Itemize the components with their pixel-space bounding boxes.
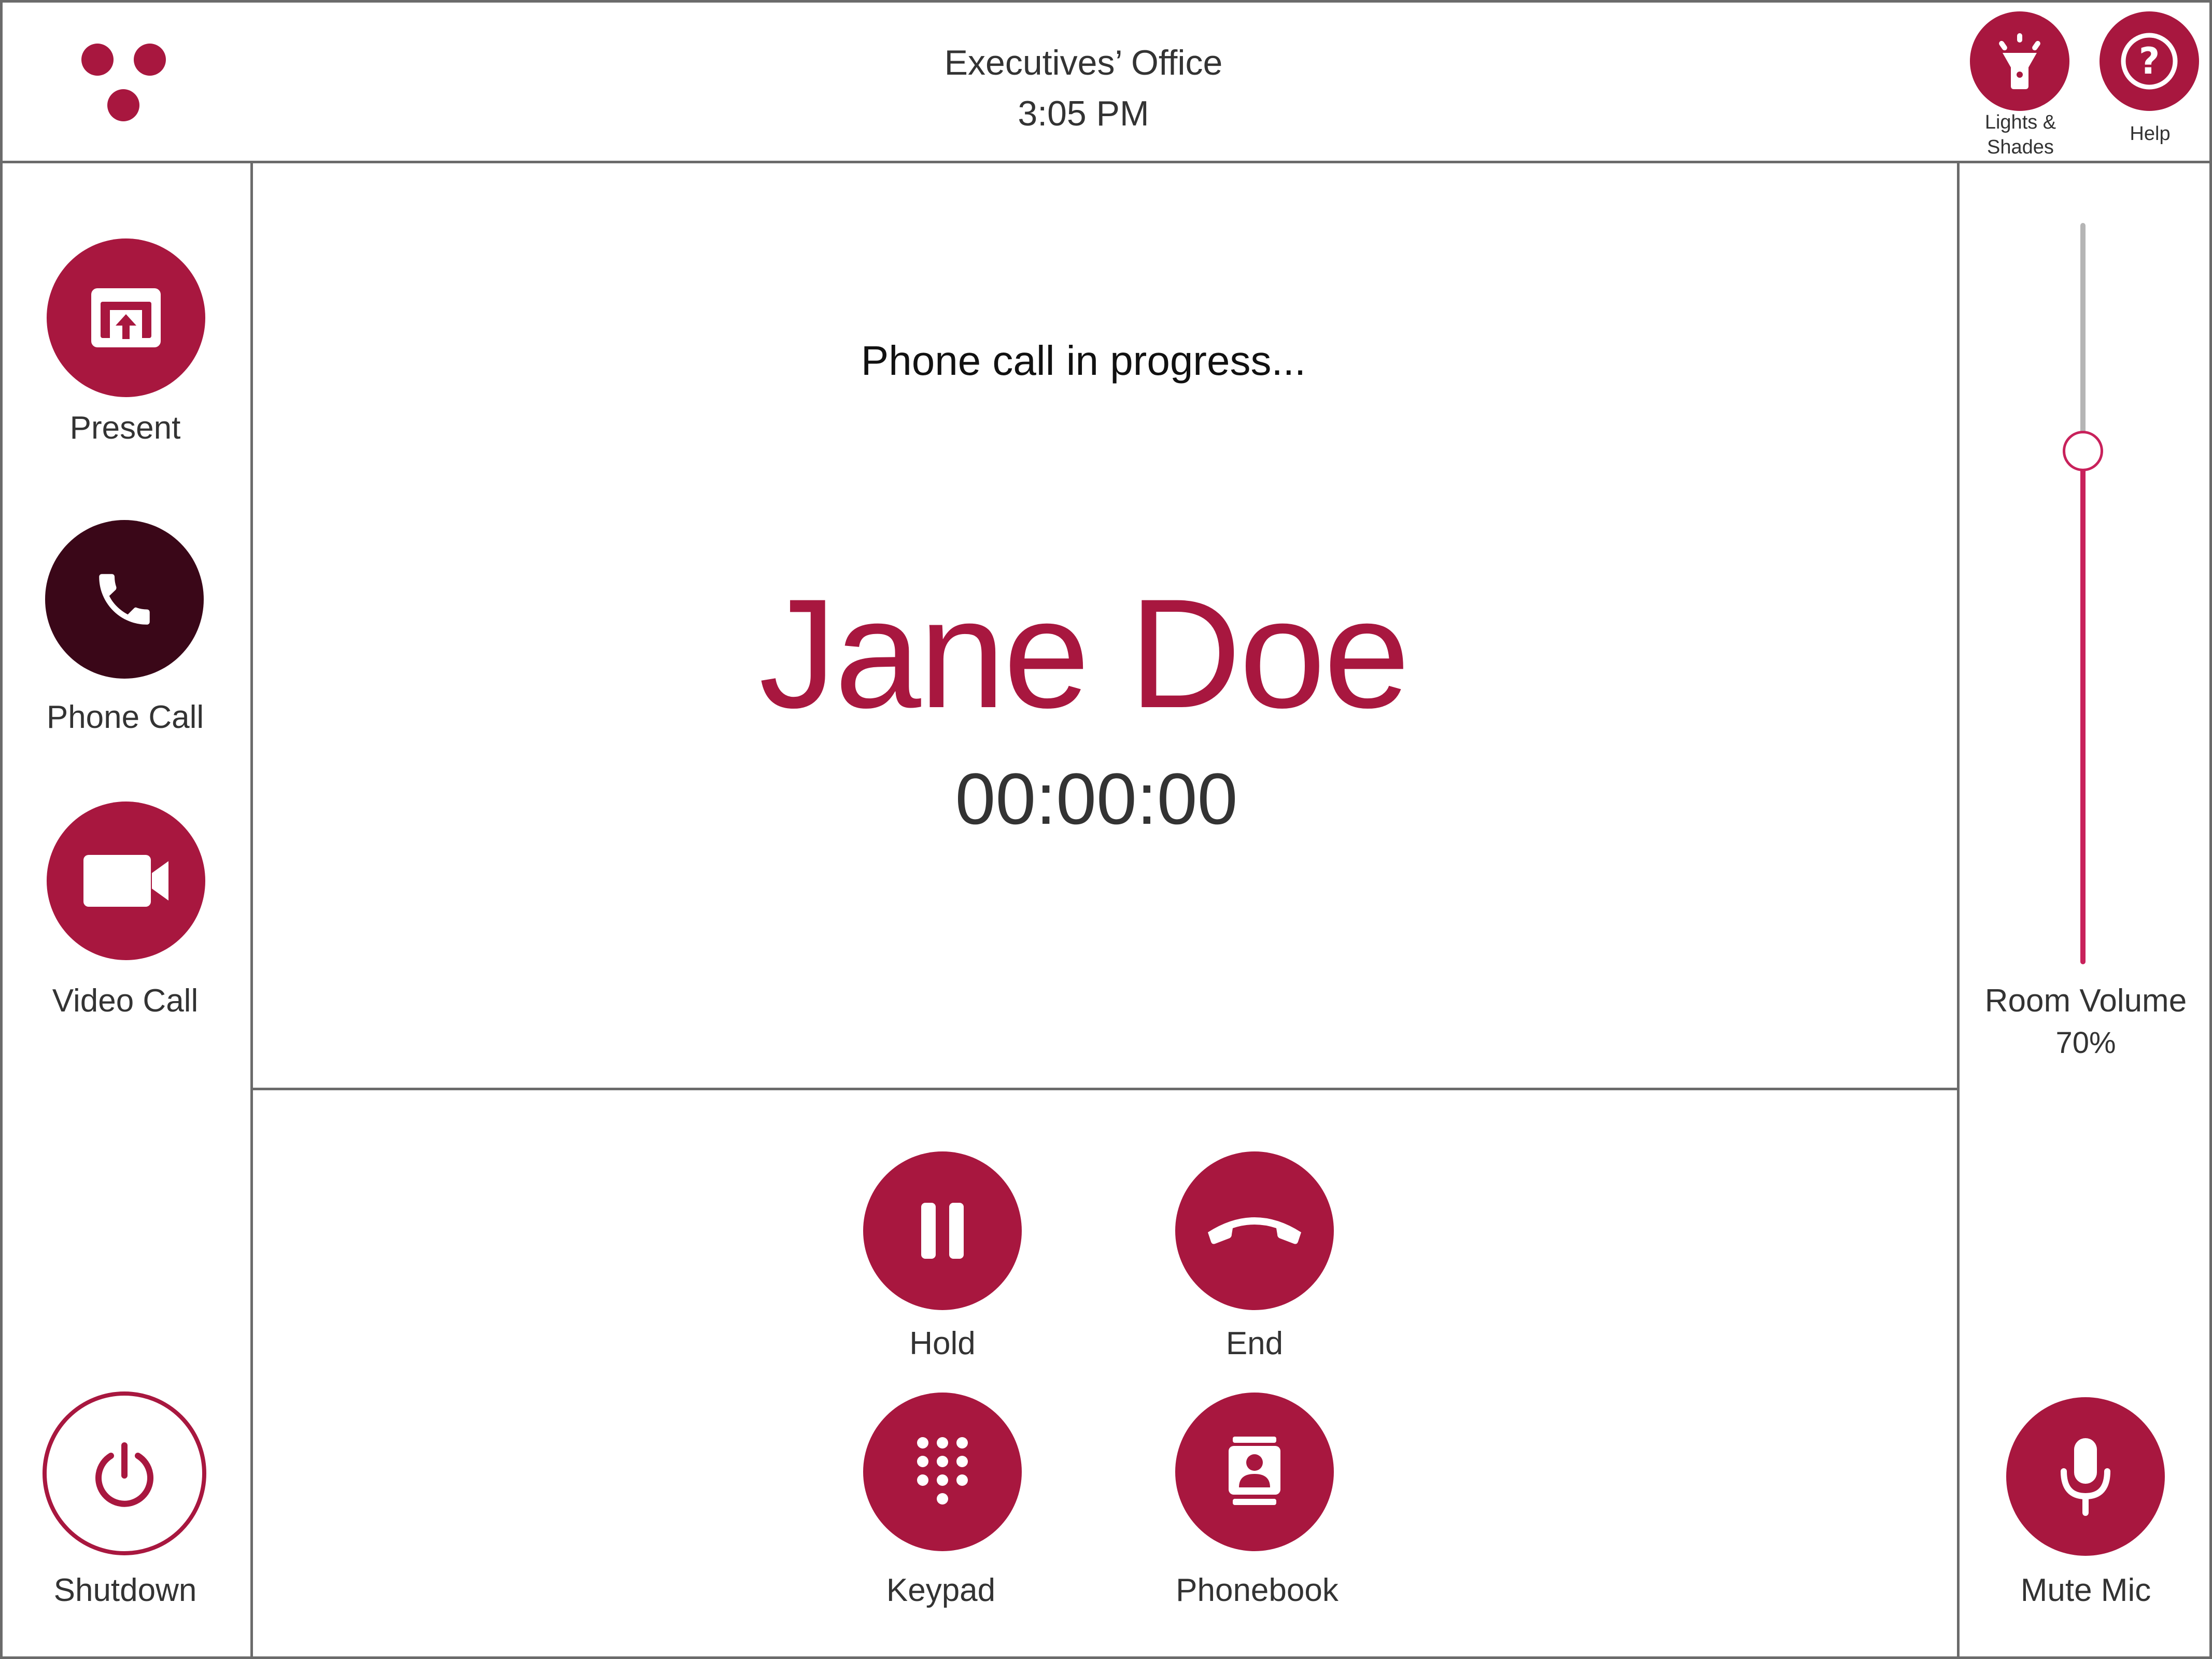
flashlight-icon [1999, 33, 2040, 89]
room-name: Executives’ Office [944, 43, 1223, 82]
phonebook-button[interactable] [1175, 1393, 1334, 1551]
pause-icon [921, 1203, 964, 1259]
phone-icon [99, 574, 150, 625]
hang-up-icon [1208, 1217, 1301, 1244]
contact-book-icon [1229, 1437, 1280, 1505]
svg-text:?: ? [2139, 40, 2160, 82]
lights-shades-label: Lights & Shades [1957, 110, 2084, 160]
call-area-divider [251, 1088, 1958, 1090]
lights-label-line1: Lights & [1984, 111, 2056, 133]
room-volume-label: Room Volume [1984, 983, 2187, 1019]
volume-track[interactable] [2080, 223, 2086, 451]
lights-label-line2: Shades [1987, 136, 2054, 158]
help-label: Help [2130, 123, 2171, 145]
phone-call-button[interactable] [45, 520, 204, 679]
call-status: Phone call in progress... [861, 338, 1306, 384]
keypad-button[interactable] [863, 1393, 1022, 1551]
help-icon: ? [2121, 33, 2178, 90]
lights-shades-button[interactable] [1970, 11, 2069, 111]
present-button[interactable] [47, 238, 205, 397]
present-label: Present [69, 410, 181, 446]
volume-track-fill[interactable] [2080, 451, 2086, 964]
room-volume-value: 70% [2055, 1026, 2116, 1060]
present-screen-icon [91, 288, 161, 347]
keypad-label: Keypad [886, 1572, 996, 1608]
logo-dot [107, 89, 139, 121]
caller-name: Jane Doe [758, 566, 1410, 740]
logo-dot [81, 44, 114, 76]
video-camera-icon [83, 855, 168, 907]
keypad-icon [917, 1437, 968, 1505]
logo-dot [134, 44, 166, 76]
hold-label: Hold [909, 1326, 976, 1361]
end-call-label: End [1225, 1326, 1284, 1361]
phonebook-label: Phonebook [1176, 1572, 1339, 1608]
call-duration: 00:00:00 [955, 758, 1238, 839]
video-call-label: Video Call [52, 983, 199, 1019]
shutdown-button[interactable] [43, 1391, 206, 1555]
mute-mic-label: Mute Mic [2020, 1572, 2151, 1608]
header-divider [0, 161, 2212, 163]
right-sidebar-divider [1957, 162, 1960, 1659]
hold-button[interactable] [863, 1151, 1022, 1310]
clock-time: 3:05 PM [1018, 94, 1149, 133]
power-icon [95, 1442, 153, 1507]
end-call-button[interactable] [1175, 1151, 1334, 1310]
volume-thumb[interactable] [2063, 431, 2103, 471]
help-button[interactable]: ? [2100, 11, 2199, 111]
mute-mic-button[interactable] [2006, 1397, 2165, 1556]
video-call-button[interactable] [47, 802, 205, 960]
phone-call-label: Phone Call [46, 699, 204, 735]
left-sidebar-divider [250, 162, 253, 1659]
microphone-icon [2061, 1438, 2110, 1516]
shutdown-label: Shutdown [53, 1572, 197, 1608]
